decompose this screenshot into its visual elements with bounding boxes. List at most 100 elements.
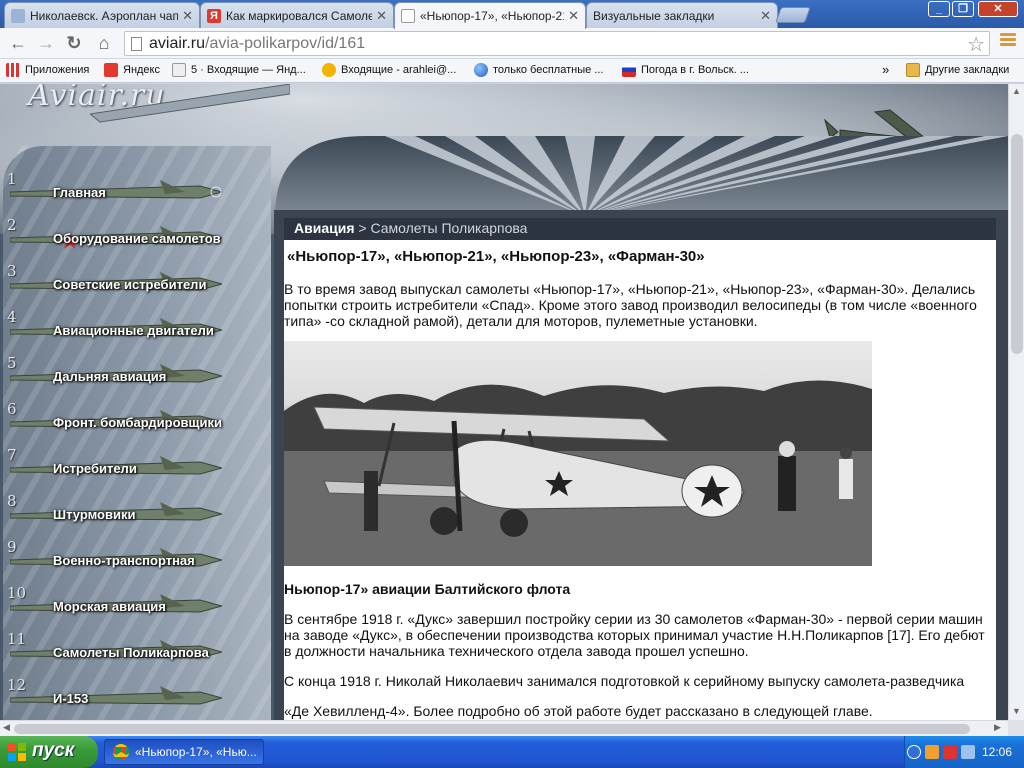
vertical-scroll-thumb[interactable] bbox=[1011, 134, 1023, 354]
chrome-menu-icon[interactable] bbox=[1000, 33, 1016, 48]
page-favicon-icon bbox=[11, 8, 25, 23]
scrollbar-corner bbox=[1008, 720, 1024, 736]
tab-title: Как маркировался Самолет bbox=[226, 8, 373, 23]
start-label: пуск bbox=[32, 740, 75, 761]
scroll-up-arrow-icon[interactable]: ▲ bbox=[1012, 86, 1021, 96]
bookmark-label: Погода в г. Вольск. ... bbox=[641, 64, 749, 76]
bookmark-label: Другие закладки bbox=[925, 64, 1010, 76]
nav-item-equipment[interactable]: 2 Оборудование самолетов bbox=[0, 216, 268, 262]
horizontal-scroll-thumb[interactable] bbox=[14, 724, 970, 734]
horizontal-scrollbar[interactable]: ◀ ▶ bbox=[0, 720, 1008, 736]
tab-nikolaevsk[interactable]: Николаевск. Аэроплан чап ✕ bbox=[4, 2, 200, 28]
breadcrumb-root-link[interactable]: Авиация bbox=[294, 220, 355, 236]
close-tab-icon[interactable]: ✕ bbox=[376, 8, 387, 24]
nav-item-fighters[interactable]: 7 Истребители bbox=[0, 446, 268, 492]
bookmark-apps[interactable]: Приложения bbox=[6, 63, 89, 77]
start-button[interactable]: пуск bbox=[0, 736, 98, 768]
forward-arrow-icon[interactable]: → bbox=[34, 32, 58, 54]
tab-visual-bookmarks[interactable]: Визуальные закладки ✕ bbox=[586, 2, 778, 28]
bookmark-label: Приложения bbox=[25, 64, 90, 76]
vertical-scrollbar[interactable]: ▲ ▼ bbox=[1008, 84, 1024, 720]
taskbar-chrome-window[interactable]: «Ньюпор-17», «Нью... bbox=[104, 739, 264, 765]
nav-item-transport[interactable]: 9 Военно-транспортная bbox=[0, 538, 268, 584]
nav-item-i153[interactable]: 12 И-153 bbox=[0, 676, 268, 720]
nav-item-polikarpov[interactable]: 11 Самолеты Поликарпова bbox=[0, 630, 268, 676]
bookmark-star-icon[interactable]: ☆ bbox=[967, 32, 985, 57]
header-wing-image bbox=[90, 84, 290, 123]
web-page: Aviair.ru 1 Главная 2 Оборудование самол… bbox=[0, 84, 1008, 720]
fighter-plane-icon bbox=[10, 180, 222, 199]
tab-nieuport-active[interactable]: «Ньюпор-17», «Ньюпор-21 ✕ bbox=[394, 2, 586, 29]
close-tab-icon[interactable]: ✕ bbox=[568, 8, 579, 24]
bookmark-weather[interactable]: Погода в г. Вольск. ... bbox=[622, 63, 749, 77]
nav-item-label: Штурмовики bbox=[53, 507, 136, 522]
tab-title: Визуальные закладки bbox=[593, 8, 715, 23]
url-path: /avia-polikarpov/id/161 bbox=[205, 35, 366, 52]
url-text: aviair.ru/avia-polikarpov/id/161 bbox=[149, 35, 365, 53]
nav-item-label: Самолеты Поликарпова bbox=[53, 645, 209, 660]
close-window-button[interactable]: ✕ bbox=[978, 1, 1018, 17]
nav-item-engines[interactable]: 4 Авиационные двигатели bbox=[0, 308, 268, 354]
nav-item-label: Военно-транспортная bbox=[53, 553, 195, 568]
minimize-button[interactable]: _ bbox=[928, 1, 950, 17]
tab-strip: Николаевск. Аэроплан чап ✕ Я Как маркиро… bbox=[0, 0, 1024, 29]
biplane-photo-image bbox=[284, 380, 872, 566]
back-arrow-icon[interactable]: ← bbox=[6, 32, 30, 54]
nav-item-stormoviki[interactable]: 8 Штурмовики bbox=[0, 492, 268, 538]
taskbar-item-label: «Ньюпор-17», «Нью... bbox=[135, 745, 257, 759]
close-tab-icon[interactable]: ✕ bbox=[760, 8, 771, 24]
close-tab-icon[interactable]: ✕ bbox=[182, 8, 193, 24]
scroll-down-arrow-icon[interactable]: ▼ bbox=[1012, 706, 1021, 716]
article-title: «Ньюпор-17», «Ньюпор-21», «Ньюпор-23», «… bbox=[287, 248, 705, 265]
restore-button[interactable]: ❐ bbox=[952, 1, 974, 17]
folder-icon bbox=[906, 63, 920, 77]
article: «Ньюпор-17», «Ньюпор-21», «Ньюпор-23», «… bbox=[284, 240, 996, 720]
address-bar[interactable]: aviair.ru/avia-polikarpov/id/161 ☆ bbox=[124, 31, 990, 56]
nav-item-label: Морская авиация bbox=[53, 599, 166, 614]
new-tab-button[interactable] bbox=[775, 7, 811, 23]
home-icon[interactable]: ⌂ bbox=[92, 32, 116, 54]
bookmark-yandex-mail[interactable]: 5 · Входящие — Янд... bbox=[172, 63, 306, 77]
other-bookmarks[interactable]: Другие закладки bbox=[906, 63, 1009, 77]
tab-title: Николаевск. Аэроплан чап bbox=[30, 8, 179, 23]
nav-item-label: Фронт. бомбардировщики bbox=[53, 415, 222, 430]
globe-icon bbox=[474, 63, 488, 77]
tray-antivirus-icon[interactable] bbox=[943, 745, 957, 759]
apps-grid-icon bbox=[6, 63, 20, 77]
tray-network-icon[interactable] bbox=[961, 745, 975, 759]
nav-item-glavnaya[interactable]: 1 Главная bbox=[0, 170, 268, 216]
nav-item-label: Истребители bbox=[53, 461, 137, 476]
tab-markirovka[interactable]: Я Как маркировался Самолет ✕ bbox=[200, 2, 394, 28]
reload-icon[interactable]: ↻ bbox=[62, 32, 86, 54]
bookmark-free[interactable]: только бесплатные ... bbox=[474, 63, 603, 77]
taskbar-clock: 12:06 bbox=[982, 745, 1013, 759]
tray-expand-icon[interactable] bbox=[907, 745, 921, 759]
article-paragraph: С конца 1918 г. Николай Николаевич заним… bbox=[284, 673, 965, 689]
nieuport-photo bbox=[284, 341, 872, 566]
fighter-plane-icon bbox=[10, 686, 222, 705]
scroll-left-arrow-icon[interactable]: ◀ bbox=[3, 722, 10, 733]
scroll-right-arrow-icon[interactable]: ▶ bbox=[994, 722, 1001, 733]
url-host: aviair.ru bbox=[149, 35, 206, 52]
nav-item-front-bombers[interactable]: 6 Фронт. бомбардировщики bbox=[0, 400, 268, 446]
russia-flag-icon bbox=[622, 63, 636, 77]
bookmark-yandex[interactable]: Яндекс bbox=[104, 63, 160, 77]
header-rays bbox=[275, 136, 1008, 216]
browser-toolbar: ← → ↻ ⌂ aviair.ru/avia-polikarpov/id/161… bbox=[0, 28, 1024, 59]
bookmark-label: 5 · Входящие — Янд... bbox=[191, 64, 306, 76]
mail-envelope-icon bbox=[172, 63, 186, 77]
nav-item-long-range[interactable]: 5 Дальняя авиация bbox=[0, 354, 268, 400]
tab-title: «Ньюпор-17», «Ньюпор-21 bbox=[420, 9, 565, 23]
nav-item-label: И-153 bbox=[53, 691, 89, 706]
tray-app-icon[interactable] bbox=[925, 745, 939, 759]
article-paragraph: В сентябре 1918 г. «Дукс» завершил постр… bbox=[284, 611, 985, 659]
bookmark-arahlei-mail[interactable]: Входящие - arahlei@... bbox=[322, 63, 456, 77]
bookmark-label: Яндекс bbox=[123, 64, 160, 76]
windows-logo-icon bbox=[8, 743, 26, 761]
bookmarks-overflow-button[interactable]: » bbox=[882, 62, 889, 77]
nav-item-soviet-fighters[interactable]: 3 Советские истребители bbox=[0, 262, 268, 308]
breadcrumb-current: Самолеты Поликарпова bbox=[370, 220, 528, 236]
nav-item-naval[interactable]: 10 Морская авиация bbox=[0, 584, 268, 630]
mail-at-icon bbox=[322, 63, 336, 77]
page-icon bbox=[131, 37, 142, 51]
